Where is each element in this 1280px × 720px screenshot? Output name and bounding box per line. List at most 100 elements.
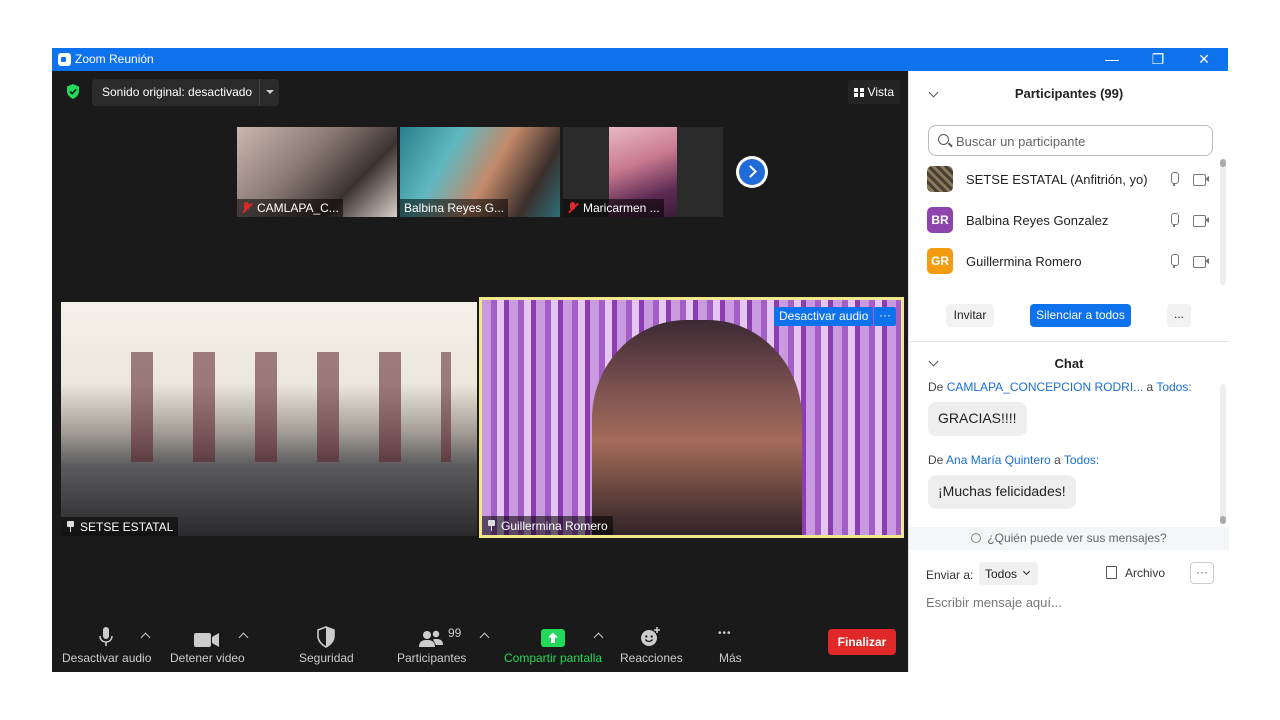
- participant-more-button[interactable]: ···: [874, 307, 896, 326]
- participants-scrollbar[interactable]: [1220, 159, 1226, 285]
- participants-title: Participantes (99): [1014, 86, 1124, 101]
- microphone-icon[interactable]: [1170, 172, 1179, 186]
- sender-link[interactable]: Ana María Quintero: [946, 453, 1051, 467]
- video-tile[interactable]: SETSE ESTATAL: [61, 302, 477, 536]
- mute-participant-button[interactable]: Desactivar audio: [774, 307, 874, 326]
- participant-thumbnail[interactable]: Maricarmen ...: [563, 127, 723, 217]
- restore-button[interactable]: ❐: [1135, 48, 1181, 71]
- file-icon: [1106, 566, 1117, 579]
- zoom-app-icon: [58, 53, 71, 66]
- security-button[interactable]: Seguridad: [295, 612, 357, 672]
- participants-icon: [419, 630, 443, 647]
- chat-message-input[interactable]: Escribir mensaje aquí...: [926, 595, 1062, 610]
- divider: [909, 341, 1229, 342]
- original-sound-toggle[interactable]: Sonido original: desactivado: [92, 79, 279, 106]
- share-screen-button[interactable]: Compartir pantalla: [501, 612, 605, 672]
- invite-button[interactable]: Invitar: [946, 304, 994, 327]
- recipient-link[interactable]: Todos:: [1156, 381, 1191, 394]
- window-title: Zoom Reunión: [75, 52, 154, 66]
- participant-name: Balbina Reyes Gonzalez: [966, 213, 1109, 228]
- search-icon: [938, 134, 949, 145]
- send-to-value: Todos: [985, 567, 1018, 581]
- meeting-toolbar: Desactivar audio Detener video Seguridad: [52, 612, 908, 672]
- mute-audio-button[interactable]: Desactivar audio: [60, 612, 152, 672]
- grid-view-icon: [853, 88, 864, 97]
- participants-label: Participantes: [397, 651, 467, 665]
- end-meeting-button[interactable]: Finalizar: [828, 629, 896, 655]
- person-lock-icon: [971, 533, 982, 543]
- participant-search-input[interactable]: Buscar un participante: [928, 125, 1213, 156]
- search-placeholder: Buscar un participante: [956, 134, 1086, 149]
- microphone-icon[interactable]: [1170, 254, 1179, 268]
- pin-icon: [66, 521, 75, 532]
- participant-row[interactable]: BR Balbina Reyes Gonzalez: [927, 202, 1209, 238]
- microphone-icon[interactable]: [1170, 213, 1179, 227]
- avatar: [927, 166, 953, 192]
- reactions-emoji-icon: [641, 627, 660, 646]
- participants-more-button[interactable]: ...: [1167, 304, 1191, 327]
- security-shield-icon: [317, 626, 335, 648]
- side-panel: Participantes (99) Buscar un participant…: [908, 71, 1229, 672]
- more-options-button[interactable]: ••• Más: [712, 612, 748, 672]
- more-label: Más: [719, 651, 742, 665]
- participant-name-tag: CAMLAPA_C...: [237, 199, 343, 217]
- chat-more-button[interactable]: ···: [1190, 562, 1214, 584]
- chat-scrollbar[interactable]: [1220, 384, 1226, 524]
- muted-mic-icon: [241, 202, 253, 214]
- reactions-label: Reacciones: [620, 651, 683, 665]
- encryption-shield-icon[interactable]: [66, 84, 80, 99]
- participants-count: 99: [448, 626, 462, 640]
- file-button[interactable]: Archivo: [1106, 566, 1165, 580]
- more-dots-icon: •••: [718, 628, 732, 639]
- mute-audio-label: Desactivar audio: [62, 651, 152, 665]
- minimize-button[interactable]: —: [1089, 48, 1135, 71]
- chat-message-bubble: GRACIAS!!!!: [928, 402, 1027, 436]
- next-page-arrow-icon[interactable]: [736, 156, 768, 188]
- send-to-select[interactable]: Todos: [979, 562, 1038, 585]
- chat-message-bubble: ¡Muchas felicidades!: [928, 475, 1076, 509]
- view-label: Vista: [867, 85, 894, 99]
- sender-link[interactable]: CAMLAPA_CONCEPCION RODRI...: [947, 381, 1143, 394]
- stop-video-button[interactable]: Detener video: [167, 612, 247, 672]
- chat-sender-line: De CAMLAPA_CONCEPCION RODRI... a Todos:: [928, 381, 1192, 394]
- who-can-see-messages-link[interactable]: ¿Quién puede ver sus mensajes?: [909, 527, 1229, 550]
- video-camera-icon[interactable]: [1193, 256, 1209, 268]
- muted-mic-icon: [567, 202, 579, 214]
- share-screen-icon: [541, 629, 565, 647]
- avatar: BR: [927, 207, 953, 233]
- reactions-button[interactable]: Reacciones: [618, 612, 683, 672]
- avatar: GR: [927, 248, 953, 274]
- chevron-down-icon: [1022, 567, 1031, 576]
- participants-button[interactable]: 99 Participantes: [395, 612, 467, 672]
- video-camera-icon[interactable]: [1193, 174, 1209, 186]
- mute-all-button[interactable]: Silenciar a todos: [1030, 304, 1131, 327]
- share-screen-label: Compartir pantalla: [504, 651, 603, 665]
- file-label: Archivo: [1125, 566, 1166, 580]
- video-feed: [91, 352, 451, 462]
- stop-video-label: Detener video: [170, 651, 245, 665]
- view-button[interactable]: Vista: [847, 80, 900, 104]
- chat-sender-line: De Ana María Quintero a Todos:: [928, 453, 1100, 467]
- participant-thumbnail[interactable]: CAMLAPA_C...: [237, 127, 397, 217]
- participant-name-tag: Balbina Reyes G...: [400, 199, 509, 217]
- participant-row[interactable]: SETSE ESTATAL (Anfitrión, yo): [927, 161, 1209, 197]
- participants-options-caret[interactable]: [479, 632, 490, 643]
- active-speaker-border: [479, 297, 904, 538]
- participant-name: Guillermina Romero: [966, 254, 1082, 269]
- participant-name-tag: SETSE ESTATAL: [61, 517, 179, 536]
- original-sound-dropdown[interactable]: [259, 79, 279, 106]
- chat-messages: De CAMLAPA_CONCEPCION RODRI... a Todos: …: [909, 381, 1219, 527]
- participant-name: SETSE ESTATAL (Anfitrión, yo): [966, 172, 1148, 187]
- recipient-link[interactable]: Todos:: [1064, 453, 1099, 467]
- participant-row[interactable]: GR Guillermina Romero: [927, 243, 1209, 279]
- close-button[interactable]: ✕: [1181, 48, 1227, 71]
- participant-thumbnail[interactable]: Balbina Reyes G...: [400, 127, 560, 217]
- video-camera-icon[interactable]: [1193, 215, 1209, 227]
- video-camera-icon: [194, 633, 219, 647]
- chat-title: Chat: [1054, 356, 1084, 371]
- participants-header: Participantes (99): [909, 71, 1229, 116]
- microphone-icon: [99, 627, 113, 646]
- original-sound-label: Sonido original: desactivado: [102, 85, 253, 99]
- meeting-area: Sonido original: desactivado Vista CAMLA…: [52, 71, 908, 672]
- send-to-label: Enviar a:: [926, 568, 974, 582]
